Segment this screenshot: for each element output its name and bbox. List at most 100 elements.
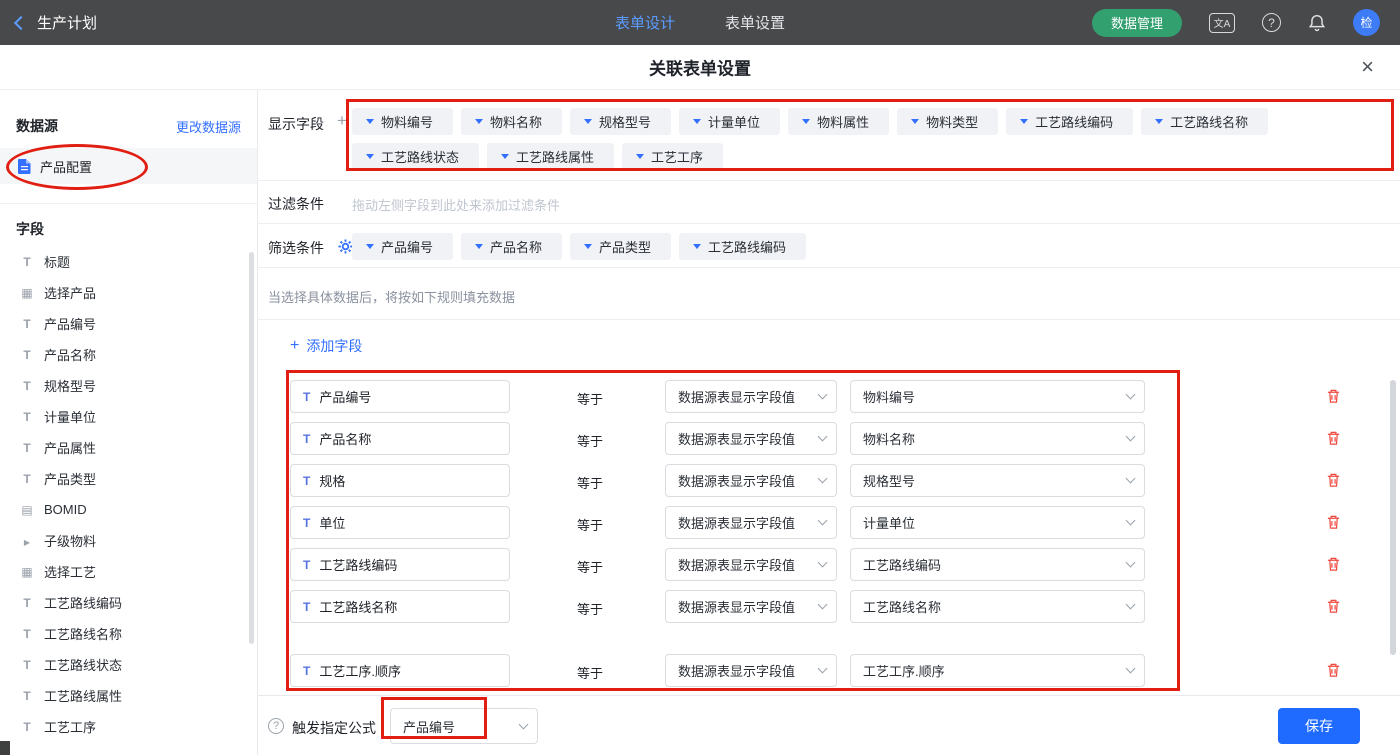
- field-item[interactable]: 子级物料: [0, 525, 247, 556]
- field-tag[interactable]: 物料类型: [897, 108, 998, 135]
- save-button[interactable]: 保存: [1278, 708, 1360, 744]
- chevron-down-icon: [818, 558, 828, 568]
- display-fields-label: 显示字段: [268, 114, 324, 134]
- table-icon: [20, 285, 34, 300]
- rule-field-input[interactable]: 工艺工序.顺序: [290, 654, 510, 687]
- rule-value-select[interactable]: 物料名称: [850, 422, 1145, 455]
- field-tag-label: 工艺路线编码: [1035, 112, 1113, 131]
- caret-down-icon: [1155, 119, 1163, 124]
- bell-icon[interactable]: [1308, 14, 1326, 32]
- delete-rule-icon[interactable]: [1326, 388, 1341, 409]
- rule-source-select[interactable]: 数据源表显示字段值: [665, 654, 837, 687]
- field-tag-label: 产品编号: [381, 237, 433, 256]
- filter-condition-row[interactable]: 过滤条件 拖动左侧字段到此处来添加过滤条件: [258, 181, 1400, 224]
- rule-source-select[interactable]: 数据源表显示字段值: [665, 506, 837, 539]
- field-tag[interactable]: 工艺路线名称: [1141, 108, 1268, 135]
- rule-source-select[interactable]: 数据源表显示字段值: [665, 464, 837, 497]
- field-item[interactable]: 工艺路线名称: [0, 618, 247, 649]
- delete-rule-icon[interactable]: [1326, 430, 1341, 451]
- rule-value-select[interactable]: 工艺路线编码: [850, 548, 1145, 581]
- rule-source-select[interactable]: 数据源表显示字段值: [665, 548, 837, 581]
- main-scrollbar[interactable]: [1390, 380, 1396, 655]
- field-item-label: 产品编号: [44, 314, 96, 333]
- delete-rule-icon[interactable]: [1326, 514, 1341, 535]
- field-tag[interactable]: 工艺工序: [622, 143, 723, 170]
- field-item[interactable]: 标题: [0, 246, 247, 277]
- rule-value-select[interactable]: 工艺路线名称: [850, 590, 1145, 623]
- rule-value: 计量单位: [863, 513, 915, 532]
- field-item[interactable]: 规格型号: [0, 370, 247, 401]
- tab-form-design[interactable]: 表单设计: [615, 12, 675, 33]
- caret-down-icon: [693, 119, 701, 124]
- data-manage-button[interactable]: 数据管理: [1092, 9, 1182, 37]
- caret-down-icon: [911, 119, 919, 124]
- field-tag[interactable]: 工艺路线状态: [352, 143, 479, 170]
- add-display-field-icon[interactable]: [337, 111, 347, 131]
- delete-rule-icon[interactable]: [1326, 598, 1341, 619]
- add-field-link[interactable]: 添加字段: [290, 336, 362, 356]
- rule-operator: 等于: [577, 599, 603, 618]
- rule-field-input[interactable]: 工艺路线编码: [290, 548, 510, 581]
- change-datasource-link[interactable]: 更改数据源: [176, 117, 241, 136]
- field-tag[interactable]: 工艺路线编码: [679, 233, 806, 260]
- rule-field-input[interactable]: 工艺路线名称: [290, 590, 510, 623]
- help-icon[interactable]: [1262, 13, 1281, 32]
- avatar[interactable]: 检: [1353, 9, 1380, 36]
- field-tag[interactable]: 产品编号: [352, 233, 453, 260]
- field-tag[interactable]: 物料属性: [788, 108, 889, 135]
- help-circle-icon[interactable]: [268, 718, 284, 734]
- rule-field-input[interactable]: 规格: [290, 464, 510, 497]
- rule-value-select[interactable]: 物料编号: [850, 380, 1145, 413]
- caret-down-icon: [366, 119, 374, 124]
- field-item[interactable]: 工艺路线属性: [0, 680, 247, 711]
- field-item[interactable]: 计量单位: [0, 401, 247, 432]
- close-icon[interactable]: [1361, 56, 1374, 78]
- caret-down-icon: [1020, 119, 1028, 124]
- field-item[interactable]: 选择产品: [0, 277, 247, 308]
- field-tag[interactable]: 工艺路线编码: [1006, 108, 1133, 135]
- rule-row: 规格 等于 数据源表显示字段值 规格型号: [258, 464, 1400, 497]
- field-item[interactable]: 产品类型: [0, 463, 247, 494]
- rule-value-select[interactable]: 规格型号: [850, 464, 1145, 497]
- field-tag[interactable]: 工艺路线属性: [487, 143, 614, 170]
- chevron-down-icon: [818, 390, 828, 400]
- trigger-formula-select[interactable]: 产品编号: [390, 708, 538, 744]
- field-tag[interactable]: 产品类型: [570, 233, 671, 260]
- rule-field-input[interactable]: 产品名称: [290, 422, 510, 455]
- delete-rule-icon[interactable]: [1326, 472, 1341, 493]
- field-item[interactable]: 产品编号: [0, 308, 247, 339]
- field-tag[interactable]: 规格型号: [570, 108, 671, 135]
- rule-row: 工艺路线编码 等于 数据源表显示字段值 工艺路线编码: [258, 548, 1400, 581]
- delete-rule-icon[interactable]: [1326, 662, 1341, 683]
- rule-value-select[interactable]: 计量单位: [850, 506, 1145, 539]
- rules-hint-text: 当选择具体数据后，将按如下规则填充数据: [268, 287, 515, 306]
- field-item[interactable]: 工艺工序: [0, 711, 247, 742]
- rule-field-input[interactable]: 单位: [290, 506, 510, 539]
- field-item[interactable]: 产品属性: [0, 432, 247, 463]
- rule-field-input[interactable]: 产品编号: [290, 380, 510, 413]
- rule-value-select[interactable]: 工艺工序.顺序: [850, 654, 1145, 687]
- sift-condition-label: 筛选条件: [268, 238, 324, 258]
- rule-source-select[interactable]: 数据源表显示字段值: [665, 590, 837, 623]
- field-item[interactable]: 工艺路线编码: [0, 587, 247, 618]
- field-tag[interactable]: 物料编号: [352, 108, 453, 135]
- field-tag[interactable]: 计量单位: [679, 108, 780, 135]
- sidebar-scrollbar[interactable]: [249, 252, 254, 644]
- translate-icon[interactable]: [1209, 13, 1235, 33]
- field-tag[interactable]: 物料名称: [461, 108, 562, 135]
- field-item[interactable]: 选择工艺: [0, 556, 247, 587]
- field-item[interactable]: 工艺路线状态: [0, 649, 247, 680]
- delete-rule-icon[interactable]: [1326, 556, 1341, 577]
- rule-source-select[interactable]: 数据源表显示字段值: [665, 422, 837, 455]
- field-item[interactable]: 产品名称: [0, 339, 247, 370]
- back-nav[interactable]: 生产计划: [16, 0, 97, 45]
- rule-source-select[interactable]: 数据源表显示字段值: [665, 380, 837, 413]
- chevron-down-icon: [1126, 664, 1136, 674]
- field-tag[interactable]: 产品名称: [461, 233, 562, 260]
- tab-form-settings[interactable]: 表单设置: [725, 12, 785, 33]
- add-field-label: 添加字段: [306, 336, 362, 356]
- gear-icon[interactable]: [338, 239, 353, 254]
- datasource-item[interactable]: 产品配置: [0, 148, 257, 184]
- field-item[interactable]: BOMID: [0, 494, 247, 525]
- rule-field-label: 产品编号: [319, 387, 371, 406]
